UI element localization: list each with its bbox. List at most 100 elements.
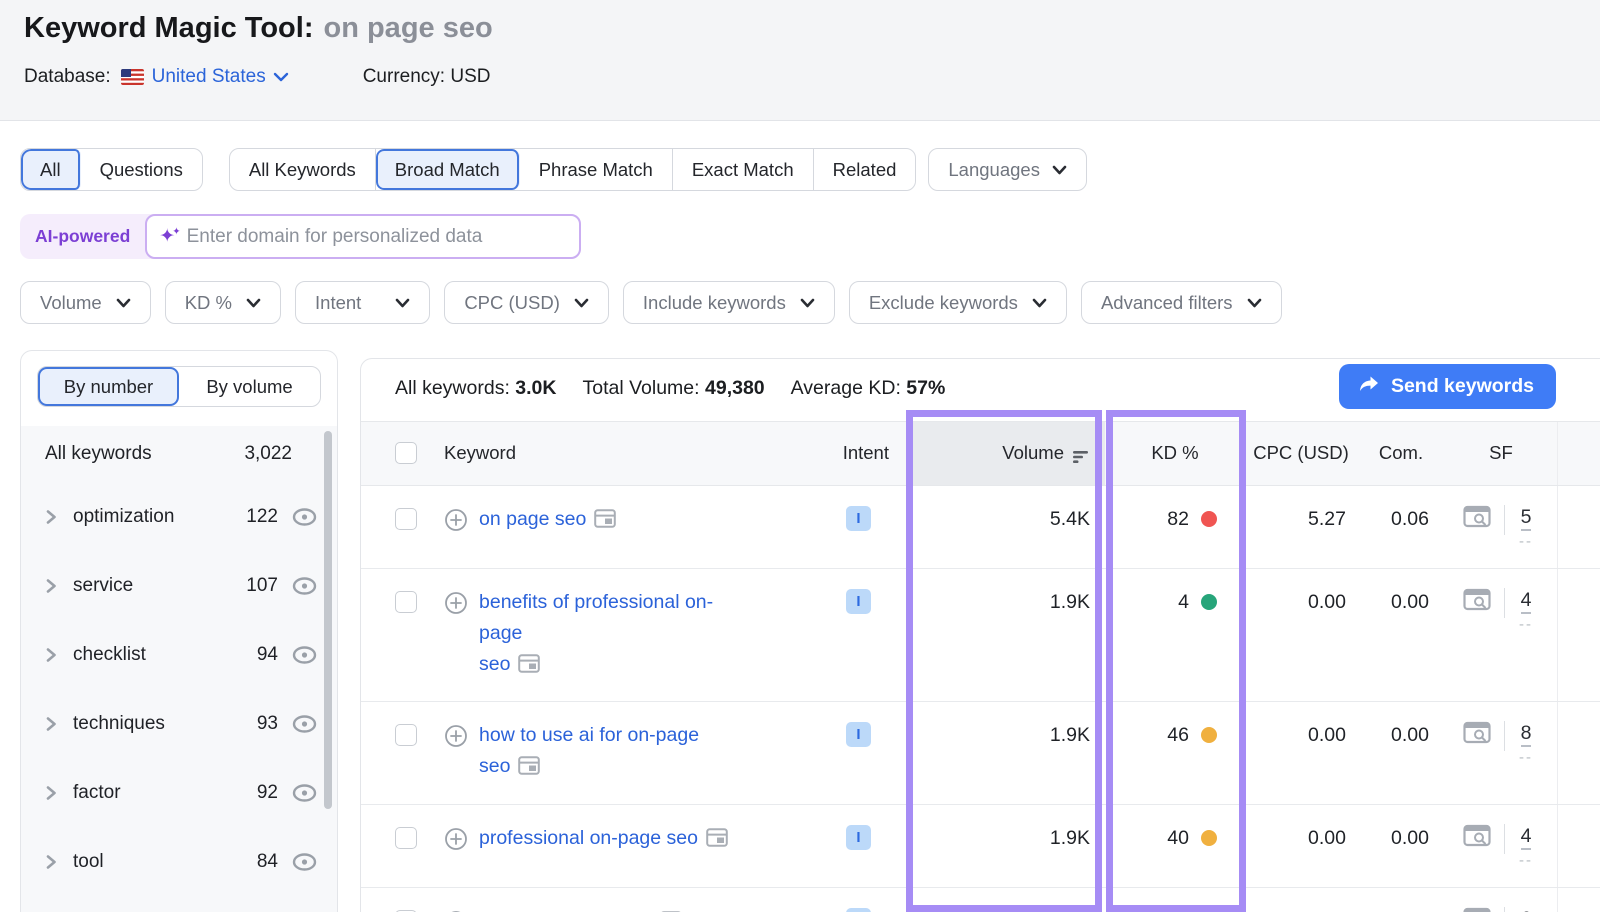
toggle-by-number[interactable]: By number — [38, 367, 179, 406]
row-checkbox[interactable] — [395, 591, 417, 613]
sparkles-icon: ✦✦ — [159, 225, 177, 248]
toggle-by-volume[interactable]: By volume — [179, 367, 320, 406]
eye-icon[interactable] — [291, 645, 318, 665]
chevron-right-icon[interactable] — [45, 852, 60, 872]
row-checkbox[interactable] — [395, 508, 417, 530]
keyword-link[interactable]: what is on page seo — [479, 906, 682, 912]
col-kd[interactable]: KD % — [1151, 442, 1198, 464]
row-checkbox[interactable] — [395, 827, 417, 849]
select-all-checkbox[interactable] — [395, 442, 417, 464]
eye-icon[interactable] — [291, 576, 318, 596]
chevron-down-icon — [574, 298, 589, 308]
send-keywords-button[interactable]: Send keywords — [1339, 364, 1556, 409]
sidebar-item-service[interactable]: service 107 — [21, 551, 338, 620]
add-keyword-icon[interactable] — [444, 724, 468, 754]
cpc-value: 0.00 — [1308, 591, 1346, 614]
kd-dot — [1201, 727, 1217, 743]
serp-window-icon[interactable] — [706, 828, 728, 847]
eye-icon[interactable] — [291, 507, 318, 527]
keyword-groups-sidebar: By number By volume All keywords 3,022 o… — [20, 350, 338, 912]
sf-count[interactable]: 4 — [1521, 824, 1532, 850]
sf-count[interactable]: 6 — [1521, 907, 1532, 912]
kd-dot — [1201, 830, 1217, 846]
tab-group-all-questions: All Questions — [20, 148, 203, 191]
chevron-right-icon[interactable] — [45, 714, 60, 734]
serp-preview-icon[interactable] — [1463, 824, 1491, 854]
intent-badge[interactable]: I — [846, 506, 871, 531]
add-keyword-icon[interactable] — [444, 827, 468, 857]
chevron-down-icon[interactable] — [273, 66, 289, 88]
table-row: how to use ai for on-page seo I 1.9K 46 … — [361, 702, 1600, 805]
divider — [1504, 588, 1505, 618]
keyword-link[interactable]: on page seo — [479, 504, 616, 535]
chevron-right-icon[interactable] — [45, 576, 60, 596]
sf-count[interactable]: 5 — [1521, 505, 1532, 531]
sidebar-item-checklist[interactable]: checklist 94 — [21, 620, 338, 689]
col-sf[interactable]: SF — [1489, 442, 1513, 464]
serp-preview-icon[interactable] — [1463, 505, 1491, 535]
sf-count[interactable]: 8 — [1521, 721, 1532, 747]
languages-dropdown[interactable]: Languages — [928, 148, 1087, 191]
serp-window-icon[interactable] — [518, 756, 540, 775]
sidebar-item-factor[interactable]: factor 92 — [21, 758, 338, 827]
col-cpc[interactable]: CPC (USD) — [1253, 442, 1349, 464]
eye-icon[interactable] — [291, 714, 318, 734]
sort-descending-icon[interactable] — [1073, 447, 1090, 469]
add-keyword-icon[interactable] — [444, 591, 468, 621]
col-volume[interactable]: Volume — [1002, 442, 1064, 464]
serp-preview-icon[interactable] — [1463, 588, 1491, 618]
filter-intent[interactable]: Intent — [295, 281, 430, 324]
chevron-down-icon — [395, 298, 410, 308]
add-keyword-icon[interactable] — [444, 508, 468, 538]
sf-count[interactable]: 4 — [1521, 588, 1532, 614]
table-row: professional on-page seo I 1.9K 40 0.00 … — [361, 805, 1600, 888]
intent-badge[interactable]: I — [846, 825, 871, 850]
tab-broad-match[interactable]: Broad Match — [376, 149, 520, 190]
filter-include-keywords[interactable]: Include keywords — [623, 281, 835, 324]
tab-all[interactable]: All — [21, 149, 81, 190]
filters-row: Volume KD % Intent CPC (USD) Include key… — [20, 281, 1282, 324]
col-intent[interactable]: Intent — [843, 442, 889, 464]
eye-icon[interactable] — [291, 852, 318, 872]
sidebar-scrollbar[interactable] — [324, 431, 332, 809]
filter-cpc[interactable]: CPC (USD) — [444, 281, 609, 324]
serp-window-icon[interactable] — [594, 509, 616, 528]
col-com[interactable]: Com. — [1379, 442, 1423, 464]
tab-exact-match[interactable]: Exact Match — [673, 149, 814, 190]
domain-input[interactable] — [187, 226, 567, 248]
keyword-link[interactable]: how to use ai for on-page seo — [479, 720, 699, 782]
intent-badge[interactable]: I — [846, 908, 871, 912]
intent-badge[interactable]: I — [846, 722, 871, 747]
eye-icon[interactable] — [291, 783, 318, 803]
keyword-link[interactable]: benefits of professional on-page seo — [479, 587, 731, 680]
com-value: 0.00 — [1391, 827, 1429, 850]
filter-volume[interactable]: Volume — [20, 281, 151, 324]
serp-preview-icon[interactable] — [1463, 721, 1491, 751]
keyword-link[interactable]: professional on-page seo — [479, 823, 728, 854]
tab-all-keywords[interactable]: All Keywords — [230, 149, 376, 190]
filter-kd[interactable]: KD % — [165, 281, 281, 324]
chevron-right-icon[interactable] — [45, 645, 60, 665]
chevron-right-icon[interactable] — [45, 783, 60, 803]
serp-window-icon[interactable] — [518, 654, 540, 673]
sidebar-item-techniques[interactable]: techniques 93 — [21, 689, 338, 758]
col-keyword[interactable]: Keyword — [444, 442, 516, 464]
sidebar-item-tool[interactable]: tool 84 — [21, 827, 338, 896]
serp-preview-icon[interactable] — [1463, 907, 1491, 912]
filter-exclude-keywords[interactable]: Exclude keywords — [849, 281, 1067, 324]
sidebar-item-optimization[interactable]: optimization 122 — [21, 482, 338, 551]
all-keywords-count: 3.0K — [515, 377, 556, 399]
database-selector[interactable]: United States — [152, 66, 266, 88]
table-summary: All keywords: 3.0K Total Volume: 49,380 … — [395, 377, 945, 400]
tab-questions[interactable]: Questions — [81, 149, 202, 190]
table-row: benefits of professional on-page seo I 1… — [361, 569, 1600, 702]
tab-related[interactable]: Related — [814, 149, 916, 190]
chevron-right-icon[interactable] — [45, 507, 60, 527]
match-type-tabs: All Questions All Keywords Broad Match P… — [20, 148, 1087, 191]
filter-advanced[interactable]: Advanced filters — [1081, 281, 1282, 324]
intent-badge[interactable]: I — [846, 589, 871, 614]
sidebar-item-all-keywords[interactable]: All keywords 3,022 — [21, 426, 338, 482]
row-checkbox[interactable] — [395, 724, 417, 746]
chevron-down-icon — [116, 298, 131, 308]
tab-phrase-match[interactable]: Phrase Match — [520, 149, 673, 190]
